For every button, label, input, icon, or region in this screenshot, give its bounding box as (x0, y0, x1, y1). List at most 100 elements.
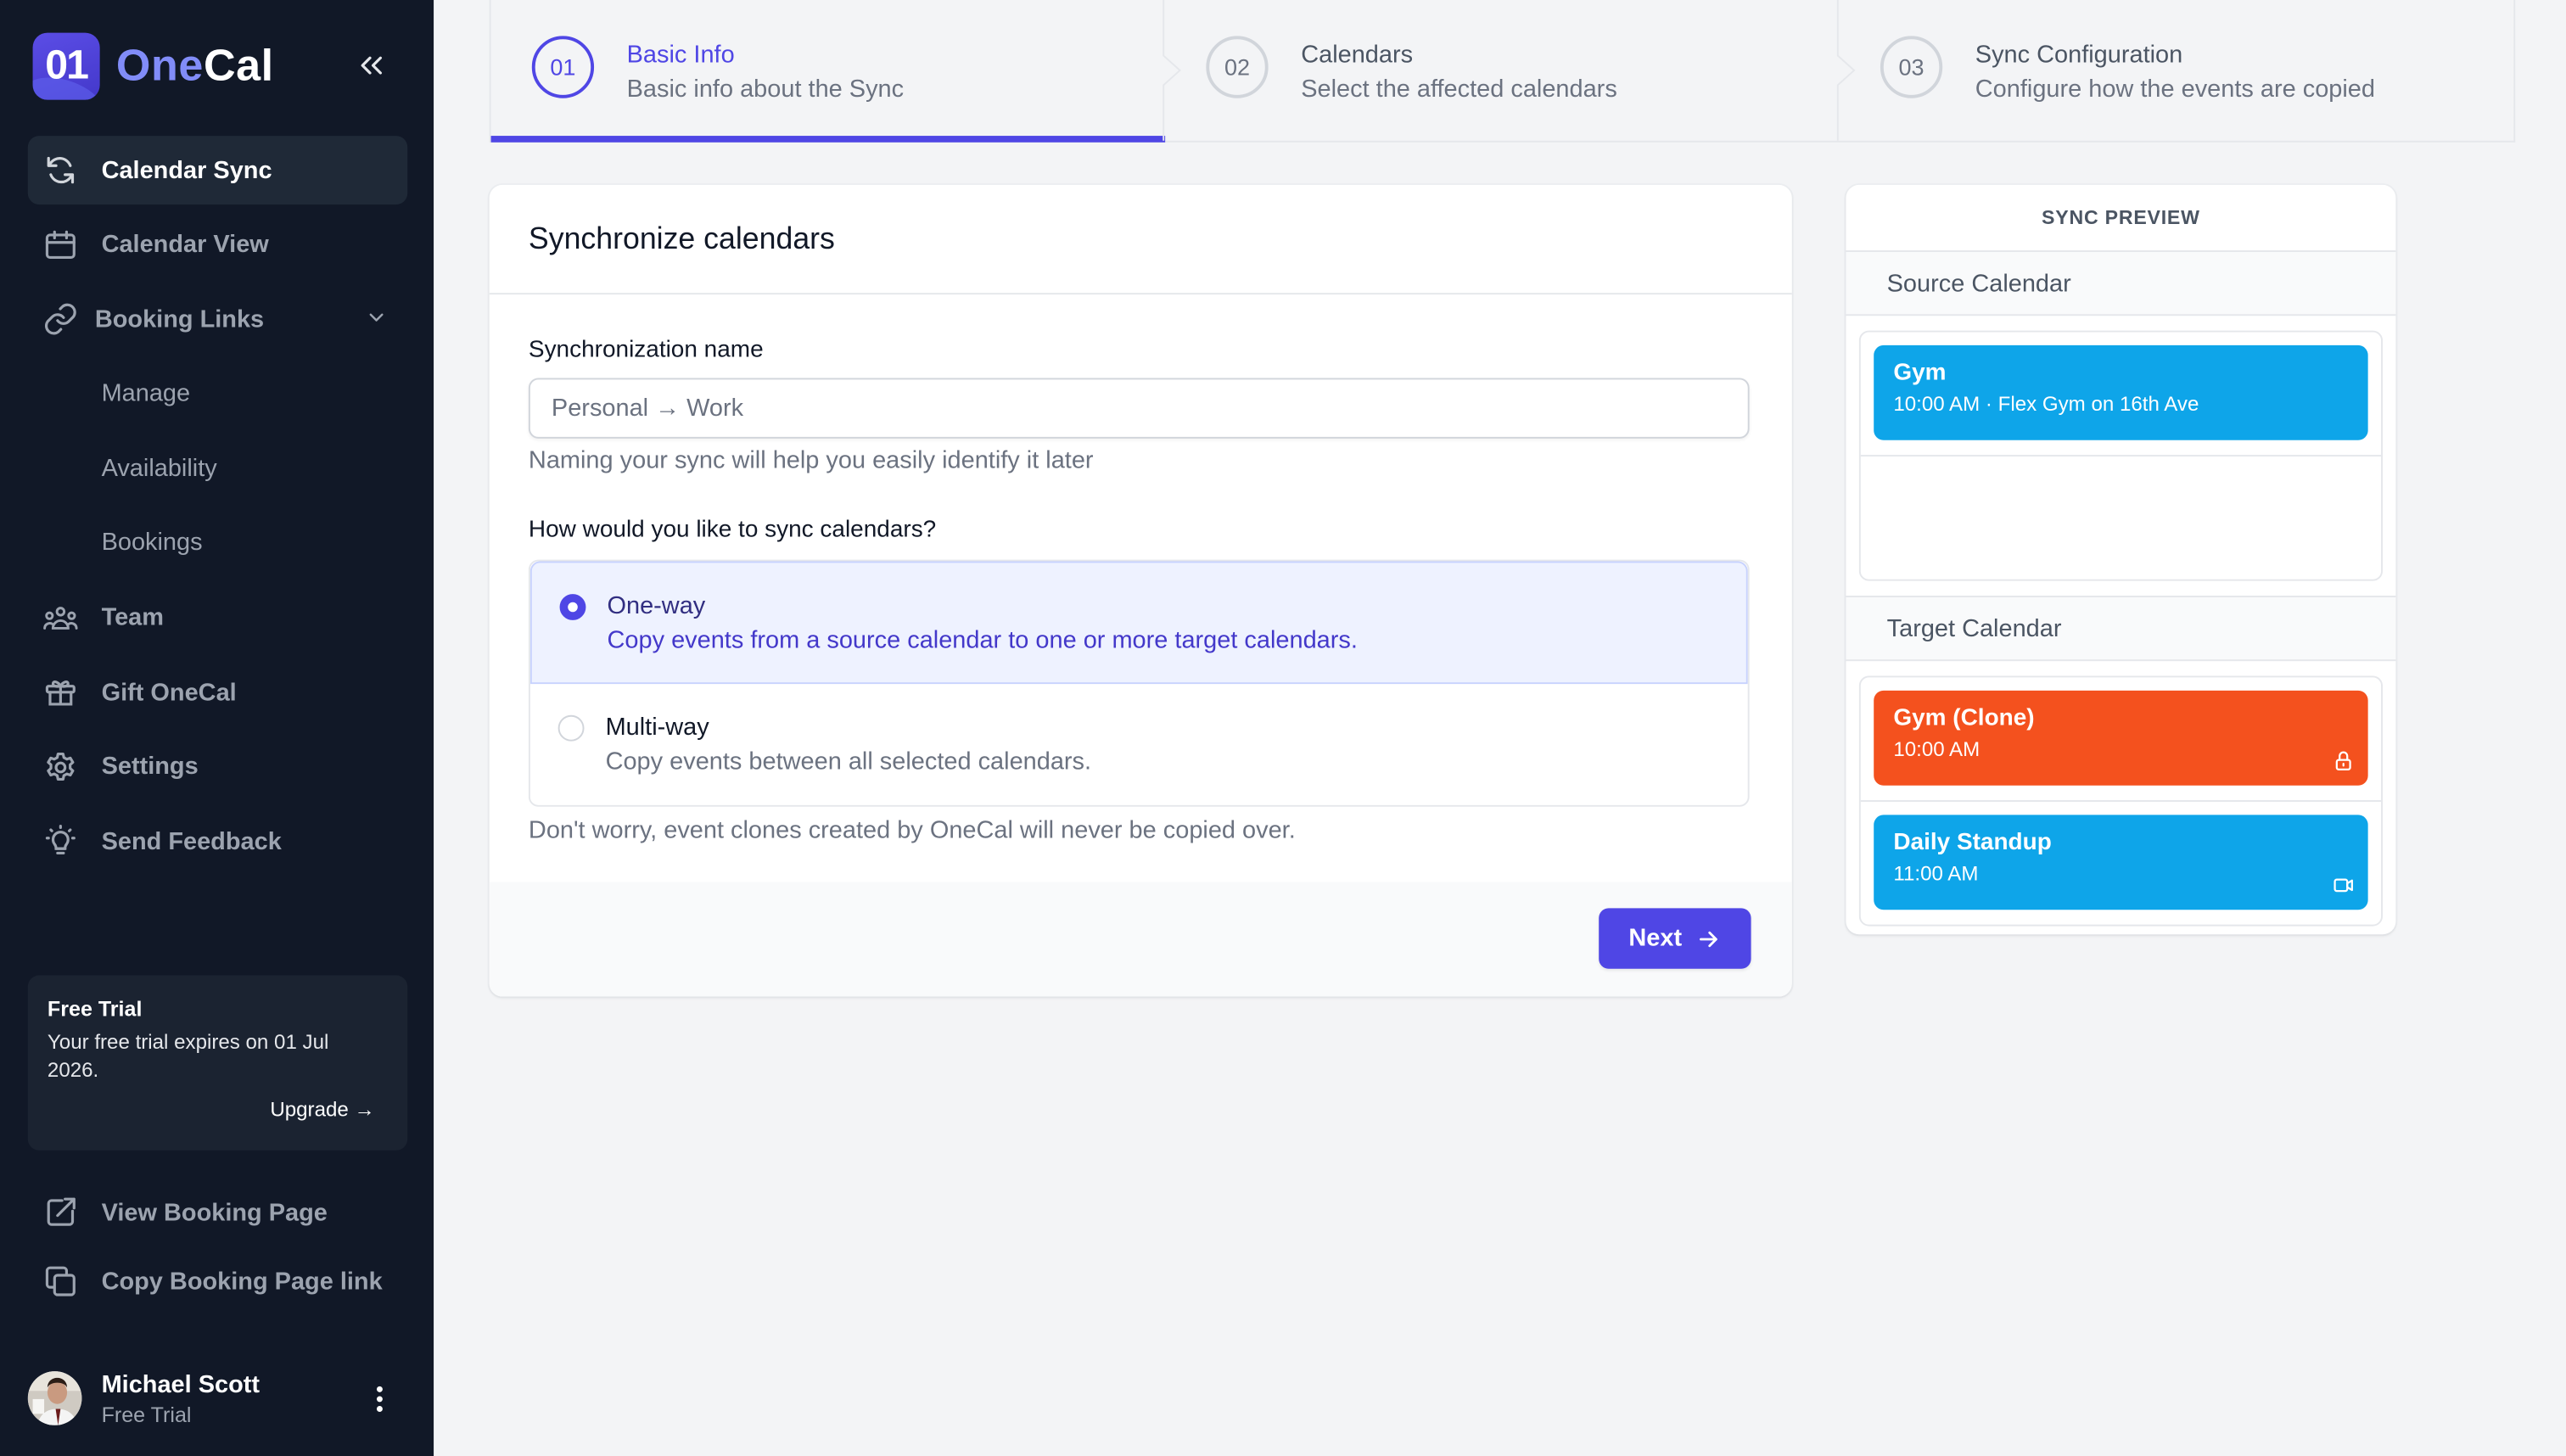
time-slot: Gym (Clone) 10:00 AM (1861, 677, 2381, 800)
sidebar-item-availability[interactable]: Availability (28, 434, 407, 503)
sidebar-item-label: Team (101, 603, 165, 632)
sidebar-item-calendar-view[interactable]: Calendar View (28, 210, 407, 279)
sidebar-item-label: Gift OneCal (101, 678, 237, 707)
arrow-right-icon (1699, 930, 1717, 947)
step-sync-configuration[interactable]: 03 Sync Configuration Configure how the … (1840, 0, 2514, 141)
upgrade-link[interactable]: Upgrade → (270, 1098, 374, 1121)
next-button[interactable]: Next (1599, 908, 1751, 969)
trial-message: Your free trial expires on 01 Jul 2026. (47, 1030, 329, 1082)
sidebar-item-label: Settings (101, 753, 199, 781)
view-booking-page-link[interactable]: View Booking Page (28, 1179, 407, 1247)
chevron-down-icon (365, 306, 388, 336)
sidebar-item-calendar-sync[interactable]: Calendar Sync (27, 136, 408, 205)
link-label: Copy Booking Page link (101, 1267, 383, 1296)
free-trial-card: Free Trial Your free trial expires on 01… (27, 975, 408, 1151)
gift-icon (42, 675, 78, 710)
sidebar-item-label: Manage (101, 379, 191, 408)
logo-mark-icon: 01 (32, 32, 100, 100)
lightbulb-icon (42, 824, 78, 860)
user-profile[interactable]: Michael Scott Free Trial (27, 1371, 407, 1427)
sync-mode-radio-group: One-way Copy events from a source calend… (528, 559, 1750, 807)
radio-one-way[interactable] (559, 594, 586, 620)
more-vertical-icon (376, 1386, 383, 1412)
sidebar-item-bookings[interactable]: Bookings (28, 509, 407, 578)
target-calendar-box: Gym (Clone) 10:00 AM Daily Standup 11:00… (1858, 675, 2383, 927)
video-icon (2333, 878, 2353, 893)
event-subtitle: 10:00 AM · Flex Gym on 16th Ave (1893, 392, 2199, 416)
option-one-way[interactable]: One-way Copy events from a source calend… (529, 561, 1748, 685)
sidebar-item-label: Calendar View (101, 231, 269, 259)
clone-note: Don't worry, event clones created by One… (528, 816, 1296, 845)
option-description: Copy events from a source calendar to on… (607, 626, 1358, 655)
user-name: Michael Scott (101, 1371, 261, 1399)
source-calendar-box: Gym 10:00 AM · Flex Gym on 16th Ave (1858, 330, 2383, 581)
event-gym[interactable]: Gym 10:00 AM · Flex Gym on 16th Ave (1874, 344, 2368, 440)
sidebar-item-booking-links[interactable]: Booking Links (28, 285, 407, 354)
card-footer: Next (489, 882, 1792, 997)
collapse-sidebar-button[interactable] (354, 48, 393, 87)
sidebar-item-send-feedback[interactable]: Send Feedback (28, 807, 407, 876)
sidebar-item-gift-onecal[interactable]: Gift OneCal (28, 658, 407, 727)
sync-form-card: Synchronize calendars Synchronization na… (489, 184, 1792, 997)
sync-name-input[interactable] (528, 378, 1750, 439)
user-plan: Free Trial (101, 1402, 192, 1427)
next-label: Next (1628, 924, 1683, 953)
users-icon (42, 600, 78, 636)
step-basic-info[interactable]: 01 Basic Info Basic info about the Sync (490, 0, 1166, 143)
sidebar-item-settings[interactable]: Settings (28, 733, 407, 802)
time-slot: Daily Standup 11:00 AM (1860, 800, 2382, 925)
refresh-icon (42, 152, 78, 188)
sidebar-item-label: Availability (101, 454, 217, 483)
target-calendar-header: Target Calendar (1846, 595, 2396, 662)
link-label: View Booking Page (101, 1198, 328, 1227)
step-number: 02 (1206, 36, 1269, 98)
event-title: Gym (1893, 360, 1947, 387)
time-slot (1860, 455, 2382, 580)
option-title: Multi-way (605, 713, 709, 742)
option-title: One-way (607, 592, 706, 620)
card-title: Synchronize calendars (489, 185, 1792, 295)
external-link-icon (42, 1195, 78, 1230)
event-subtitle: 11:00 AM (1893, 862, 1979, 886)
preview-title: SYNC PREVIEW (1846, 185, 2396, 252)
sync-mode-label: How would you like to sync calendars? (528, 517, 937, 544)
copy-icon (42, 1263, 78, 1299)
option-multi-way[interactable]: Multi-way Copy events between all select… (530, 684, 1748, 805)
step-description: Basic info about the Sync (626, 75, 905, 104)
stepper: 01 Basic Info Basic info about the Sync … (489, 0, 2516, 143)
sidebar-item-label: Bookings (101, 529, 203, 557)
step-title: Calendars (1301, 41, 1414, 69)
source-calendar-header: Source Calendar (1846, 251, 2396, 316)
step-calendars[interactable]: 02 Calendars Select the affected calenda… (1165, 0, 1840, 141)
calendar-icon (42, 227, 78, 262)
sync-preview-panel: SYNC PREVIEW Source Calendar Gym 10:00 A… (1846, 184, 2396, 935)
lock-icon (2335, 751, 2351, 771)
event-title: Daily Standup (1893, 829, 2052, 856)
sidebar-item-label: Calendar Sync (101, 156, 272, 184)
copy-booking-page-link[interactable]: Copy Booking Page link (28, 1247, 407, 1316)
app-name: OneCal (115, 41, 274, 91)
sidebar-item-label: Booking Links (94, 305, 265, 333)
step-description: Configure how the events are copied (1975, 75, 2375, 104)
sync-name-label: Synchronization name (528, 337, 764, 364)
time-slot: Gym 10:00 AM · Flex Gym on 16th Ave (1861, 332, 2381, 455)
gear-icon (42, 749, 78, 785)
step-title: Sync Configuration (1975, 41, 2183, 69)
sidebar: 01 OneCal Calendar Sync Calendar View Bo… (0, 0, 434, 1456)
sidebar-item-manage[interactable]: Manage (28, 360, 407, 428)
app-logo[interactable]: 01 OneCal (32, 32, 274, 100)
event-daily-standup[interactable]: Daily Standup 11:00 AM (1874, 815, 2368, 910)
radio-multi-way[interactable] (557, 714, 585, 742)
event-gym-clone[interactable]: Gym (Clone) 10:00 AM (1874, 690, 2368, 786)
sidebar-item-team[interactable]: Team (28, 584, 407, 652)
sidebar-bottom-links: View Booking Page Copy Booking Page link (28, 1179, 407, 1316)
trial-title: Free Trial (47, 996, 143, 1022)
more-options-button[interactable] (375, 1385, 385, 1414)
event-title: Gym (Clone) (1893, 705, 2035, 732)
chevrons-left-icon (361, 56, 382, 75)
sidebar-item-label: Send Feedback (101, 827, 282, 856)
step-description: Select the affected calendars (1301, 75, 1617, 104)
step-number: 03 (1880, 36, 1943, 98)
step-title: Basic Info (626, 41, 735, 69)
avatar (27, 1371, 82, 1425)
